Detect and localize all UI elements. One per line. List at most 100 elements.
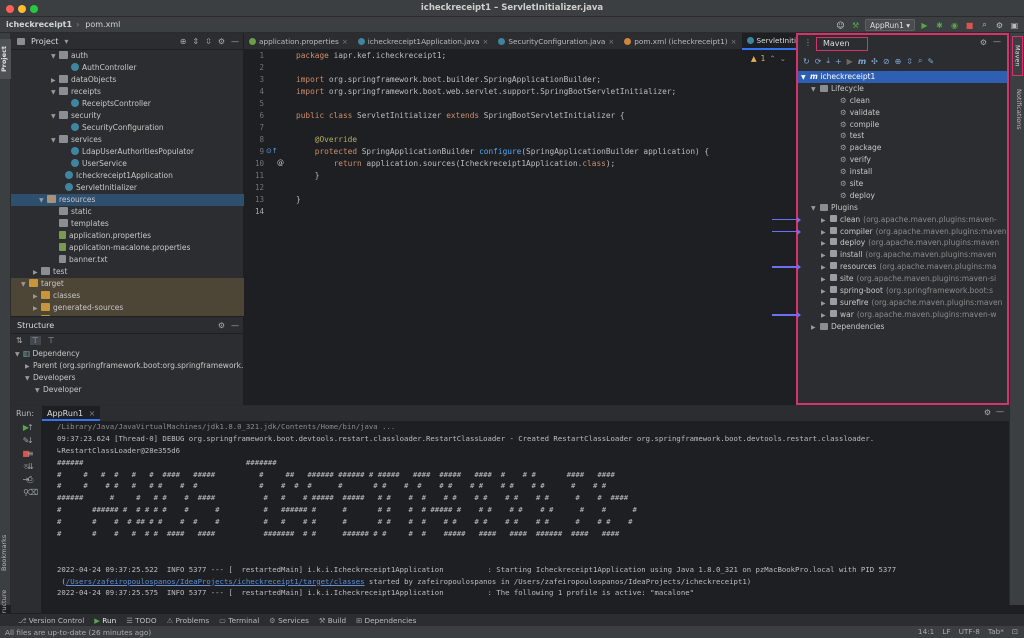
editor-tab[interactable]: SecurityConfiguration.java × bbox=[493, 33, 619, 50]
maven-tree-item[interactable]: ▼ Lifecycle bbox=[798, 83, 1007, 95]
show-dependencies-icon[interactable]: ⊕ bbox=[895, 57, 902, 66]
hide-icon[interactable]: — bbox=[993, 37, 1001, 46]
tool-tab-version-control[interactable]: ⎇ Version Control bbox=[18, 616, 84, 625]
chevron-right-icon[interactable]: ▶ bbox=[821, 286, 830, 297]
maven-tree-item[interactable]: ⚙ test bbox=[798, 130, 1007, 142]
gear-icon[interactable]: ⚙ bbox=[218, 37, 225, 46]
trash-icon[interactable]: ⌫ bbox=[27, 488, 38, 501]
zoom-window-button[interactable] bbox=[30, 5, 38, 13]
project-tree-item[interactable]: UserService bbox=[11, 158, 244, 170]
tool-tab-run[interactable]: ▶ Run bbox=[94, 616, 116, 625]
project-tree-item[interactable]: templates bbox=[11, 218, 244, 230]
chevron-right-icon[interactable]: ▶ bbox=[821, 227, 830, 238]
hide-icon[interactable]: — bbox=[996, 407, 1004, 416]
maven-tree-item[interactable]: ▶ site (org.apache.maven.plugins:maven-si bbox=[798, 273, 1007, 285]
tool-tab-dependencies[interactable]: ⊞ Dependencies bbox=[356, 616, 416, 625]
project-tree-item[interactable]: ReceiptsController bbox=[11, 98, 244, 110]
find-icon[interactable]: ⌕ bbox=[918, 56, 922, 66]
collapse-all-icon[interactable]: ⇳ bbox=[205, 37, 212, 46]
search-icon[interactable]: ⌕ bbox=[979, 20, 990, 30]
run-configuration-select[interactable]: AppRun1 ▾ bbox=[865, 19, 915, 31]
project-tree-item[interactable]: application-macalone.properties bbox=[11, 242, 244, 254]
download-icon[interactable]: ⤓ bbox=[826, 56, 830, 66]
project-tree-item[interactable]: static bbox=[11, 206, 244, 218]
scroll-to-end-icon[interactable]: ⇊ bbox=[27, 462, 34, 475]
project-tree-item[interactable]: ▼ resources bbox=[11, 194, 244, 206]
bookmarks-tool-tab[interactable]: Bookmarks bbox=[0, 533, 11, 573]
build-hammer-icon[interactable]: ⚒ bbox=[850, 21, 861, 30]
close-tab-icon[interactable]: × bbox=[482, 38, 488, 46]
rerun-icon[interactable]: ▶ bbox=[11, 423, 41, 436]
filter-icon[interactable]: ⊤ bbox=[29, 336, 41, 345]
chevron-down-icon[interactable]: ▼ bbox=[811, 84, 820, 95]
project-tree-item[interactable]: ▼ receipts bbox=[11, 86, 244, 98]
sort-icon[interactable]: ⇅ bbox=[16, 336, 23, 345]
tool-tab-problems[interactable]: ⚠ Problems bbox=[167, 616, 210, 625]
skip-tests-icon[interactable]: ⊘ bbox=[883, 57, 890, 66]
chevron-down-icon[interactable]: ▼ bbox=[801, 72, 810, 83]
lock-icon[interactable]: ⊡ bbox=[1012, 627, 1018, 636]
project-tree-item[interactable]: ▼ auth bbox=[11, 50, 244, 62]
ide-logo-icon[interactable]: ▣ bbox=[1009, 21, 1020, 30]
maven-tree-item[interactable]: ⚙ verify bbox=[798, 154, 1007, 166]
structure-tree-item[interactable]: ▼ Developer bbox=[11, 384, 244, 396]
project-tree-item[interactable]: ▼ services bbox=[11, 134, 244, 146]
maven-tree-item[interactable]: ⚙ package bbox=[798, 142, 1007, 154]
maven-tree-item[interactable]: ▶ Dependencies bbox=[798, 321, 1007, 333]
expand-all-icon[interactable]: ⇕ bbox=[192, 37, 199, 46]
tool-tab-build[interactable]: ⚒ Build bbox=[319, 616, 346, 625]
structure-tree-item[interactable]: ▼ Developers bbox=[11, 372, 244, 384]
gear-icon[interactable]: ⚙ bbox=[984, 408, 991, 417]
chevron-right-icon[interactable]: ▶ bbox=[821, 215, 830, 226]
locate-icon[interactable]: ⊕ bbox=[180, 37, 187, 46]
stop-icon[interactable]: ■ bbox=[964, 21, 975, 30]
wrench-icon[interactable]: ✎ bbox=[11, 436, 41, 449]
maven-tree-item[interactable]: ⚙ compile bbox=[798, 119, 1007, 131]
editor-tab[interactable]: icheckreceipt1Application.java × bbox=[353, 33, 494, 50]
tool-tab-terminal[interactable]: ▭ Terminal bbox=[219, 616, 259, 625]
print-icon[interactable]: ⎙ bbox=[27, 475, 33, 488]
hide-icon[interactable]: — bbox=[231, 37, 239, 46]
project-tree-item[interactable]: AuthController bbox=[11, 62, 244, 74]
chevron-right-icon[interactable]: ▶ bbox=[821, 262, 830, 273]
user-icon[interactable]: ☺ bbox=[835, 21, 846, 30]
maven-tree-item[interactable]: ⚙ install bbox=[798, 166, 1007, 178]
run-icon[interactable]: ▶ bbox=[919, 21, 930, 30]
annotation-gutter-icon[interactable]: @ bbox=[277, 159, 284, 167]
run-tab-apprun1[interactable]: AppRun1 × bbox=[42, 406, 101, 421]
hide-icon[interactable]: — bbox=[231, 321, 239, 330]
maven-tree-item[interactable]: ▶ clean (org.apache.maven.plugins:maven- bbox=[798, 214, 1007, 226]
structure-tree-item[interactable]: ▼ ▥ Dependency bbox=[11, 348, 244, 360]
project-tree-item[interactable]: ▶ test bbox=[11, 266, 244, 278]
project-tree-item[interactable]: SecurityConfiguration bbox=[11, 122, 244, 134]
maven-tree-item[interactable]: ▶ spring-boot (org.springframework.boot:s bbox=[798, 285, 1007, 297]
project-tree-item[interactable]: ▼ target bbox=[11, 278, 244, 290]
maven-tree-item[interactable]: ⚙ validate bbox=[798, 107, 1007, 119]
project-tree-item[interactable]: ▶ classes bbox=[11, 290, 244, 302]
maven-tree-item[interactable]: ▼ Plugins bbox=[798, 202, 1007, 214]
project-tree-item[interactable]: LdapUserAuthoritiesPopulator bbox=[11, 146, 244, 158]
maven-tree-item[interactable]: ⚙ site bbox=[798, 178, 1007, 190]
chevron-right-icon[interactable]: ▶ bbox=[821, 250, 830, 261]
editor-tab[interactable]: application.properties × bbox=[244, 33, 353, 50]
reimport-icon[interactable]: ⟳ bbox=[815, 57, 822, 66]
chevron-right-icon[interactable]: ▶ bbox=[821, 238, 830, 249]
gear-icon[interactable]: ⚙ bbox=[980, 38, 987, 47]
line-separator[interactable]: LF bbox=[942, 627, 950, 636]
add-icon[interactable]: + bbox=[835, 57, 842, 66]
maven-tree-item[interactable]: ▶ surefire (org.apache.maven.plugins:maven bbox=[798, 297, 1007, 309]
maven-tree-item[interactable]: ▶ install (org.apache.maven.plugins:maven bbox=[798, 249, 1007, 261]
camera-icon[interactable]: ⌾ bbox=[11, 462, 41, 475]
maven-tree-item[interactable]: ▶ resources (org.apache.maven.plugins:ma bbox=[798, 261, 1007, 273]
file-encoding[interactable]: UTF-8 bbox=[959, 627, 980, 636]
exit-icon[interactable]: ⇥ bbox=[11, 475, 41, 488]
execute-goal-icon[interactable]: m bbox=[858, 57, 866, 66]
maven-tree-item[interactable]: ⚙ clean bbox=[798, 95, 1007, 107]
close-tab-icon[interactable]: × bbox=[731, 38, 737, 46]
tool-tab-services[interactable]: ⚙ Services bbox=[269, 616, 309, 625]
filter-alt-icon[interactable]: ⊤ bbox=[48, 336, 55, 345]
scroll-down-icon[interactable]: ↓ bbox=[27, 436, 34, 449]
project-tree-item[interactable]: ServletInitializer bbox=[11, 182, 244, 194]
breadcrumb-project[interactable]: icheckreceipt1 bbox=[6, 20, 72, 29]
maven-tool-tab[interactable]: Maven bbox=[1012, 36, 1023, 76]
